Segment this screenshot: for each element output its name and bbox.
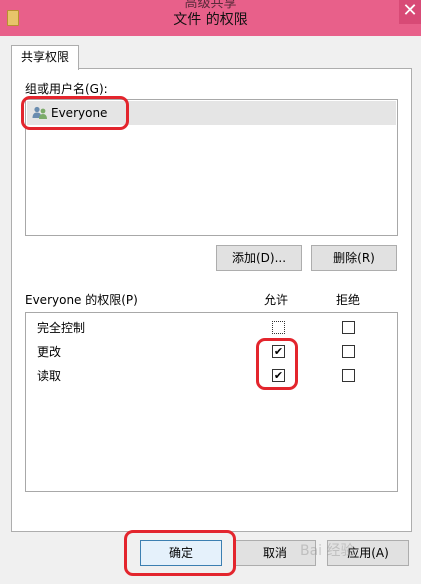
remove-button[interactable]: 删除(R) [311,245,397,271]
allow-column-header: 允许 [264,293,289,307]
allow-full-control-checkbox[interactable] [272,321,285,334]
deny-full-control-checkbox[interactable] [342,321,355,334]
permission-read: 读取 [37,369,62,383]
window-title: 文件 的权限 [173,12,248,28]
permissions-label: Everyone 的权限(P) [25,293,138,307]
watermark: Bai 经验 [300,543,355,559]
add-button[interactable]: 添加(D)... [216,245,302,271]
groups-label-text: 组或用户名(G): [25,82,108,96]
groups-label: 组或用户名(G): [25,80,108,97]
tab-share-permissions[interactable]: 共享权限 [11,45,79,70]
annotation-ok-button [124,530,236,576]
close-button[interactable]: ✕ [399,0,421,24]
annotation-allow-checks [256,338,298,390]
deny-column-header: 拒绝 [336,293,361,307]
annotation-everyone [21,96,129,130]
permission-change: 更改 [37,345,62,359]
tab-strip: 共享权限 [7,45,412,70]
deny-read-checkbox[interactable] [342,369,355,382]
permissions-list: 完全控制 更改 ✔ 读取 ✔ [25,312,398,492]
permission-full-control: 完全控制 [37,321,86,335]
title-bar: 高级共享 文件 的权限 ✕ [0,0,421,36]
deny-change-checkbox[interactable] [342,345,355,358]
